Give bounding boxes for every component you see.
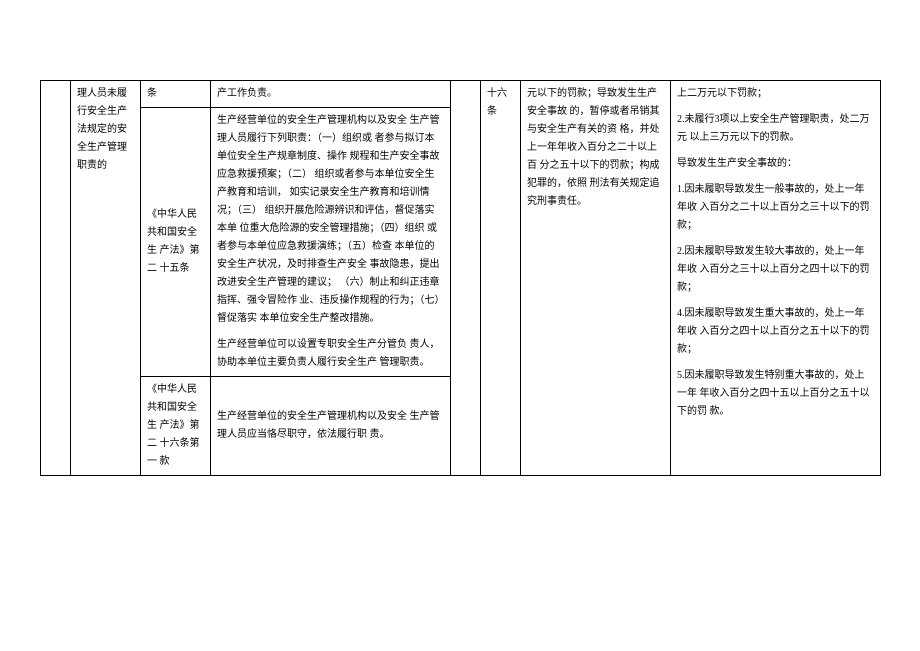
penalty-p7: 5.因未履职导致发生特别重大事故的，处上一年 年收入百分之四十五以上百分之五十以… bbox=[677, 367, 874, 421]
penalty-p1: 上二万元以下罚款； bbox=[677, 85, 874, 103]
penalty-p3: 导致发生生产安全事故的： bbox=[677, 155, 874, 173]
cell-law-content-1: 产工作负责。 bbox=[211, 81, 451, 108]
table-row: 理人员未履行安全生产法规定的安全生产管理职责的 条 产工作负责。 十六条 元以下… bbox=[41, 81, 881, 108]
cell-law-content-2: 生产经营单位的安全生产管理机构以及安全 生产管理人员履行下列职责：（一）组织或 … bbox=[211, 108, 451, 377]
cell-law-ref-2: 《中华人民共和国安全生 产法》第二 十五条 bbox=[141, 108, 211, 377]
cell-blank bbox=[451, 81, 481, 476]
cell-law-ref-3: 《中华人民共和国安全生 产法》第二 十六条第一 款 bbox=[141, 377, 211, 476]
cell-index bbox=[41, 81, 71, 476]
regulation-table: 理人员未履行安全生产法规定的安全生产管理职责的 条 产工作负责。 十六条 元以下… bbox=[40, 80, 881, 476]
cell-article: 十六条 bbox=[481, 81, 521, 476]
law-content-2-p1: 生产经营单位的安全生产管理机构以及安全 生产管理人员履行下列职责：（一）组织或 … bbox=[217, 112, 444, 328]
penalty-p2: 2.未履行3项以上安全生产管理职责，处二万元 以上三万元以下的罚款。 bbox=[677, 111, 874, 147]
law-content-2-p2: 生产经营单位可以设置专职安全生产分管负 责人，协助本单位主要负责人履行安全生产 … bbox=[217, 336, 444, 372]
cell-law-ref-1: 条 bbox=[141, 81, 211, 108]
cell-penalty-detail: 上二万元以下罚款； 2.未履行3项以上安全生产管理职责，处二万元 以上三万元以下… bbox=[671, 81, 881, 476]
penalty-p5: 2.因未履职导致发生较大事故的，处上一年年收 入百分之三十以上百分之四十以下的罚… bbox=[677, 243, 874, 297]
cell-violation: 理人员未履行安全生产法规定的安全生产管理职责的 bbox=[71, 81, 141, 476]
penalty-p6: 4.因未履职导致发生重大事故的，处上一年年收 入百分之四十以上百分之五十以下的罚… bbox=[677, 305, 874, 359]
cell-penalty-basis: 元以下的罚款；导致发生生产安全事故 的，暂停或者吊销其与安全生产有关的资 格，并… bbox=[521, 81, 671, 476]
cell-law-content-3: 生产经营单位的安全生产管理机构以及安全 生产管理人员应当恪尽职守，依法履行职 责… bbox=[211, 377, 451, 476]
penalty-p4: 1.因未履职导致发生一般事故的，处上一年年收 入百分之二十以上百分之三十以下的罚… bbox=[677, 181, 874, 235]
